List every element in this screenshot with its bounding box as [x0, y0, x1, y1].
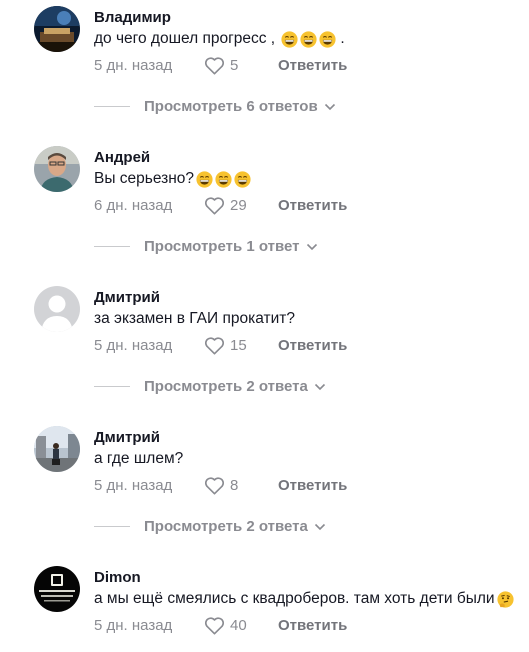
reply-button[interactable]: Ответить: [278, 197, 347, 214]
avatar[interactable]: [34, 426, 80, 472]
comment-time: 5 дн. назад: [94, 57, 173, 74]
view-replies-label: Просмотреть 6 ответов: [144, 98, 318, 115]
avatar[interactable]: [34, 6, 80, 52]
like-button[interactable]: 15: [204, 336, 264, 355]
view-replies-label: Просмотреть 2 ответа: [144, 378, 308, 395]
view-replies-label: Просмотреть 2 ответа: [144, 518, 308, 535]
comment-author[interactable]: Владимир: [94, 9, 171, 26]
comment-item: Дмитрий а где шлем? 5 дн. назад 8 Ответи…: [0, 420, 529, 560]
comment-item: Dimon а мы ещё смеялись с квадроберов. т…: [0, 560, 529, 652]
comment-meta: 5 дн. назад 15 Ответить: [94, 336, 347, 355]
like-button[interactable]: 40: [204, 616, 264, 635]
heart-icon[interactable]: [204, 196, 225, 215]
view-replies-button[interactable]: Просмотреть 1 ответ: [94, 238, 318, 255]
comment-time: 5 дн. назад: [94, 337, 173, 354]
comment-meta: 5 дн. назад 5 Ответить: [94, 56, 347, 75]
comment-body: до чего дошел прогресс ,: [94, 30, 276, 47]
comment-text: за экзамен в ГАИ прокатит?: [94, 310, 295, 328]
reply-button[interactable]: Ответить: [278, 617, 347, 634]
like-count: 29: [230, 197, 247, 214]
comment-item: Владимир до чего дошел прогресс , . 5 дн…: [0, 0, 529, 140]
comment-meta: 5 дн. назад 40 Ответить: [94, 616, 347, 635]
comment-item: Андрей Вы серьезно? 6 дн. назад 29 Ответ…: [0, 140, 529, 280]
comment-body: а где шлем?: [94, 450, 184, 467]
view-replies-button[interactable]: Просмотреть 2 ответа: [94, 378, 326, 395]
comment-author[interactable]: Dimon: [94, 569, 141, 586]
reply-button[interactable]: Ответить: [278, 477, 347, 494]
comment-meta: 5 дн. назад 8 Ответить: [94, 476, 347, 495]
avatar[interactable]: [34, 566, 80, 612]
chevron-down-icon: [314, 523, 325, 530]
grin-emoji: [319, 30, 336, 48]
comment-text: до чего дошел прогресс , .: [94, 30, 345, 48]
comment-time: 5 дн. назад: [94, 617, 173, 634]
chevron-down-icon: [306, 243, 317, 250]
comment-author[interactable]: Андрей: [94, 149, 150, 166]
thinking-emoji: [497, 590, 514, 608]
chevron-down-icon: [314, 383, 325, 390]
divider: [94, 526, 130, 527]
comment-text: а мы ещё смеялись с квадроберов. там хот…: [94, 590, 514, 608]
avatar[interactable]: [34, 286, 80, 332]
comment-body: Вы серьезно?: [94, 170, 195, 187]
grin-emoji: [300, 30, 317, 48]
reply-button[interactable]: Ответить: [278, 57, 347, 74]
heart-icon[interactable]: [204, 336, 225, 355]
comment-author[interactable]: Дмитрий: [94, 429, 160, 446]
like-count: 40: [230, 617, 247, 634]
grin-emoji: [215, 170, 232, 188]
grin-emoji: [281, 30, 298, 48]
like-count: 15: [230, 337, 247, 354]
comment-text: Вы серьезно?: [94, 170, 251, 188]
reply-button[interactable]: Ответить: [278, 337, 347, 354]
comment-text: а где шлем?: [94, 450, 183, 468]
comment-body: а мы ещё смеялись с квадроберов. там хот…: [94, 590, 495, 607]
chevron-down-icon: [324, 103, 335, 110]
view-replies-label: Просмотреть 1 ответ: [144, 238, 300, 255]
comment-trailing: .: [336, 30, 345, 47]
comment-time: 6 дн. назад: [94, 197, 173, 214]
like-count: 8: [230, 477, 239, 494]
comment-author[interactable]: Дмитрий: [94, 289, 160, 306]
comment-time: 5 дн. назад: [94, 477, 173, 494]
divider: [94, 386, 130, 387]
like-count: 5: [230, 57, 239, 74]
grin-emoji: [234, 170, 251, 188]
heart-icon[interactable]: [204, 476, 225, 495]
like-button[interactable]: 5: [204, 56, 264, 75]
comment-meta: 6 дн. назад 29 Ответить: [94, 196, 347, 215]
like-button[interactable]: 8: [204, 476, 264, 495]
grin-emoji: [196, 170, 213, 188]
view-replies-button[interactable]: Просмотреть 2 ответа: [94, 518, 326, 535]
comment-body: за экзамен в ГАИ прокатит?: [94, 310, 295, 327]
heart-icon[interactable]: [204, 56, 225, 75]
avatar[interactable]: [34, 146, 80, 192]
comment-item: Дмитрий за экзамен в ГАИ прокатит? 5 дн.…: [0, 280, 529, 420]
view-replies-button[interactable]: Просмотреть 6 ответов: [94, 98, 336, 115]
divider: [94, 246, 130, 247]
heart-icon[interactable]: [204, 616, 225, 635]
like-button[interactable]: 29: [204, 196, 264, 215]
divider: [94, 106, 130, 107]
